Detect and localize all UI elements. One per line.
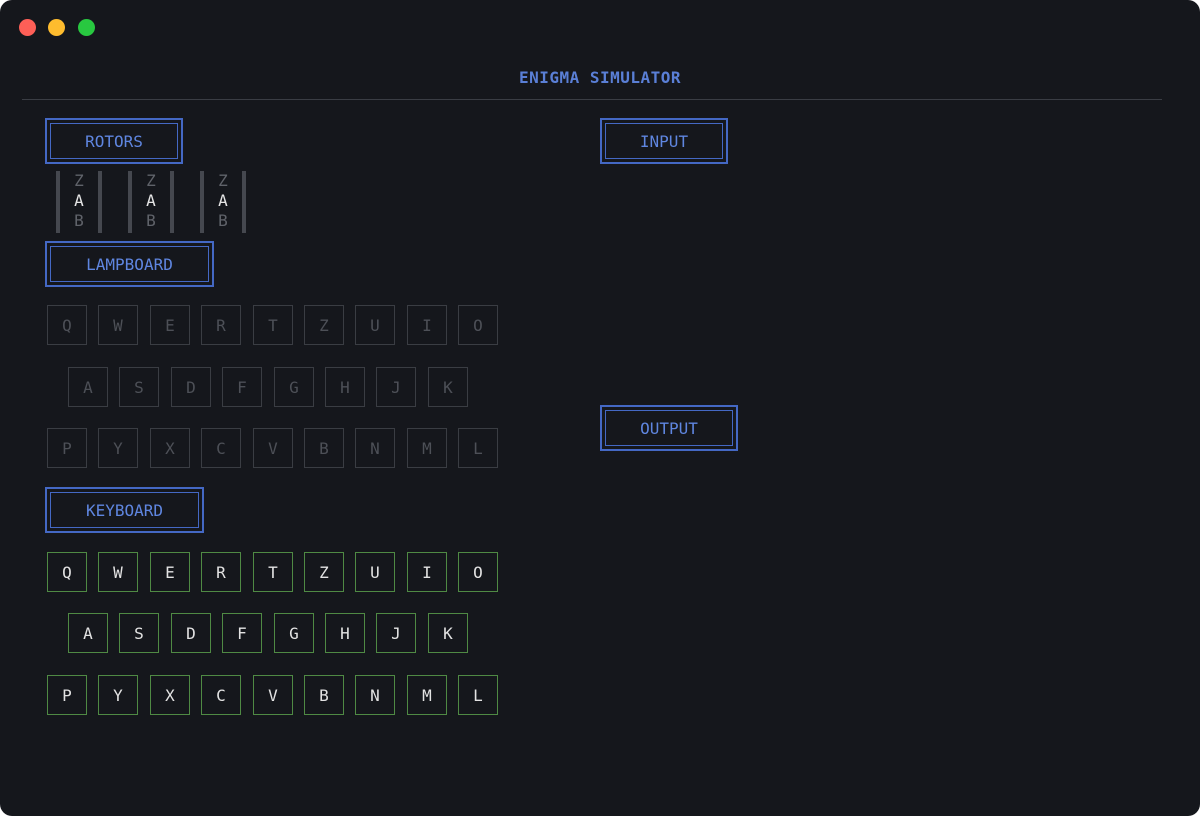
lamp: P xyxy=(47,428,87,468)
lamp: O xyxy=(458,305,498,345)
keyboard-key[interactable]: P xyxy=(47,675,87,715)
rotor-current-letter: A xyxy=(74,191,84,210)
keyboard-key[interactable]: Z xyxy=(304,552,344,592)
keyboard-key[interactable]: I xyxy=(407,552,447,592)
keyboard-key[interactable]: S xyxy=(119,613,159,653)
lamp: Q xyxy=(47,305,87,345)
keyboard-key[interactable]: T xyxy=(253,552,293,592)
keyboard-key[interactable]: R xyxy=(201,552,241,592)
keyboard-key[interactable]: C xyxy=(201,675,241,715)
keyboard-key[interactable]: Q xyxy=(47,552,87,592)
lamp: Z xyxy=(304,305,344,345)
keyboard-key[interactable]: Y xyxy=(98,675,138,715)
rotors-section-label: ROTORS xyxy=(45,118,183,164)
keyboard-key[interactable]: N xyxy=(355,675,395,715)
lamp: U xyxy=(355,305,395,345)
close-window-icon[interactable] xyxy=(19,19,36,36)
lamp: H xyxy=(325,367,365,407)
lamp: V xyxy=(253,428,293,468)
app-title: ENIGMA SIMULATOR xyxy=(518,68,682,87)
minimize-window-icon[interactable] xyxy=(48,19,65,36)
app-window: ENIGMA SIMULATOR ROTORS LAMPBOARD KEYBOA… xyxy=(0,0,1200,816)
keyboard-key[interactable]: W xyxy=(98,552,138,592)
lampboard-section-label: LAMPBOARD xyxy=(45,241,214,287)
lamp: W xyxy=(98,305,138,345)
rotor-next-letter: B xyxy=(74,211,84,230)
keyboard-key[interactable]: L xyxy=(458,675,498,715)
rotor-current-letter: A xyxy=(218,191,228,210)
rotor-1[interactable]: Z A B xyxy=(56,171,102,233)
rotor-3[interactable]: Z A B xyxy=(200,171,246,233)
keyboard-key[interactable]: X xyxy=(150,675,190,715)
lamp: T xyxy=(253,305,293,345)
keyboard-key[interactable]: M xyxy=(407,675,447,715)
lamp: I xyxy=(407,305,447,345)
keyboard-key[interactable]: J xyxy=(376,613,416,653)
lamp: E xyxy=(150,305,190,345)
rotor-2[interactable]: Z A B xyxy=(128,171,174,233)
lamp: J xyxy=(376,367,416,407)
lamp: L xyxy=(458,428,498,468)
keyboard-key[interactable]: B xyxy=(304,675,344,715)
lamp: X xyxy=(150,428,190,468)
keyboard-key[interactable]: G xyxy=(274,613,314,653)
rotor-bar xyxy=(170,171,174,233)
lamp: R xyxy=(201,305,241,345)
rotor-bar xyxy=(98,171,102,233)
input-section-label: INPUT xyxy=(600,118,728,164)
keyboard-key[interactable]: K xyxy=(428,613,468,653)
keyboard-key[interactable]: V xyxy=(253,675,293,715)
lamp: S xyxy=(119,367,159,407)
rotor-next-letter: B xyxy=(218,211,228,230)
keyboard-key[interactable]: A xyxy=(68,613,108,653)
keyboard-key[interactable]: H xyxy=(325,613,365,653)
rotor-bar xyxy=(242,171,246,233)
title-divider xyxy=(22,99,1162,100)
rotor-window: Z A B xyxy=(60,171,98,231)
rotor-prev-letter: Z xyxy=(74,171,84,190)
keyboard-key[interactable]: O xyxy=(458,552,498,592)
lamp: K xyxy=(428,367,468,407)
rotor-window: Z A B xyxy=(132,171,170,231)
maximize-window-icon[interactable] xyxy=(78,19,95,36)
lamp: B xyxy=(304,428,344,468)
keyboard-key[interactable]: U xyxy=(355,552,395,592)
rotor-prev-letter: Z xyxy=(218,171,228,190)
lamp: F xyxy=(222,367,262,407)
lamp: N xyxy=(355,428,395,468)
lamp: C xyxy=(201,428,241,468)
keyboard-key[interactable]: D xyxy=(171,613,211,653)
rotor-current-letter: A xyxy=(146,191,156,210)
output-section-label: OUTPUT xyxy=(600,405,738,451)
rotor-next-letter: B xyxy=(146,211,156,230)
rotor-prev-letter: Z xyxy=(146,171,156,190)
lamp: D xyxy=(171,367,211,407)
lamp: G xyxy=(274,367,314,407)
keyboard-key[interactable]: E xyxy=(150,552,190,592)
lamp: A xyxy=(68,367,108,407)
keyboard-key[interactable]: F xyxy=(222,613,262,653)
lamp: M xyxy=(407,428,447,468)
keyboard-section-label: KEYBOARD xyxy=(45,487,204,533)
rotor-window: Z A B xyxy=(204,171,242,231)
lamp: Y xyxy=(98,428,138,468)
